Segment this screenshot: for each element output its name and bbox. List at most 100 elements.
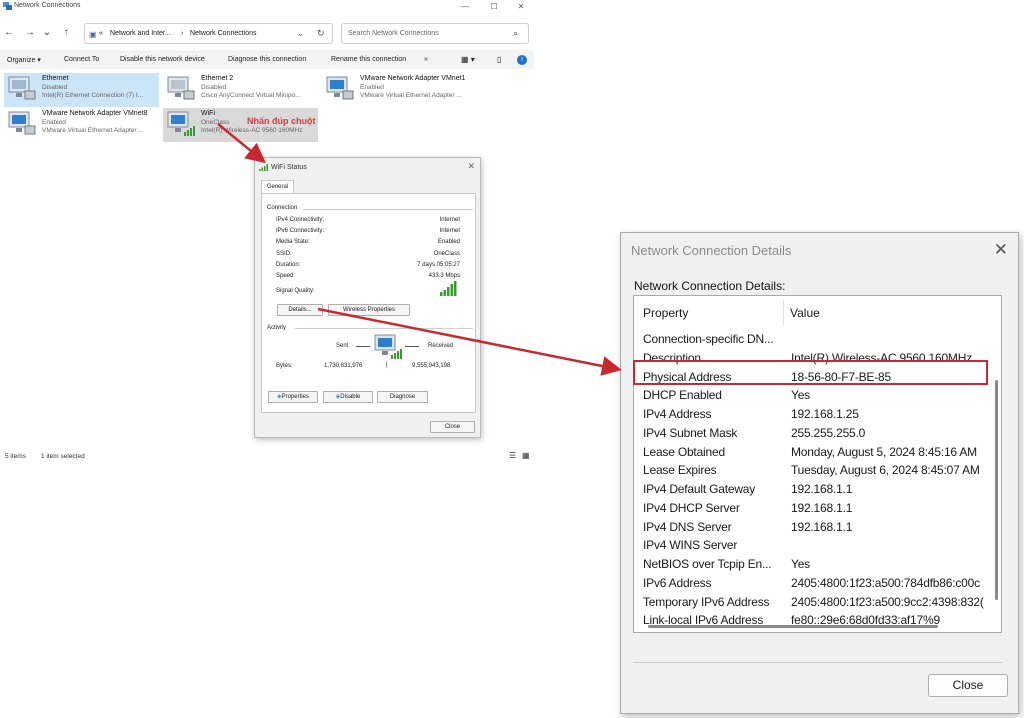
close-button[interactable]: Close: [928, 674, 1008, 697]
details-row[interactable]: Connection-specific DN...: [634, 330, 994, 349]
wifi-status-dialog: WiFi Status ✕ General Connection IPv4 Co…: [254, 157, 481, 438]
ipv4-connectivity-value: Internet: [439, 217, 460, 223]
status-bar: 5 items 1 item selected ☰ ▦: [0, 450, 534, 462]
details-button[interactable]: Details...: [277, 304, 323, 316]
row-value: 2405:4800:1f23:a500:784dfb86:c00c: [791, 575, 980, 590]
adapter-name: VMware Network Adapter VMnet8: [42, 110, 148, 117]
organize-button[interactable]: Organize ▾: [7, 56, 41, 64]
adapter-ethernet[interactable]: Ethernet Disabled Intel(R) Ethernet Conn…: [4, 73, 159, 107]
diagnose-button[interactable]: Diagnose this connection: [228, 56, 306, 63]
maximize-button[interactable]: ☐: [484, 0, 504, 13]
vertical-scrollbar[interactable]: [995, 380, 998, 600]
column-value[interactable]: Value: [790, 306, 820, 320]
details-row[interactable]: IPv4 DNS Server 192.168.1.1: [634, 518, 994, 537]
connect-to-button[interactable]: Connect To: [64, 56, 99, 63]
close-button[interactable]: Close: [430, 421, 475, 433]
adapter-description: Intel(R) Wireless-AC 9560 160MHz: [201, 127, 303, 134]
ipv6-connectivity-value: Internet: [439, 228, 460, 234]
row-property: Temporary IPv6 Address: [643, 594, 770, 609]
details-row[interactable]: IPv4 WINS Server: [634, 536, 994, 555]
row-value: 255.255.255.0: [791, 425, 866, 440]
signal-quality-icon: [440, 281, 457, 296]
bytes-received-value: 9,555,943,198: [412, 363, 451, 369]
address-bar[interactable]: ▣ « Network and Inter... › Network Conne…: [84, 23, 333, 44]
details-view-icon[interactable]: ☰: [509, 451, 516, 460]
ssid-label: SSID:: [276, 251, 292, 257]
details-row[interactable]: IPv4 Subnet Mask 255.255.255.0: [634, 424, 994, 443]
row-property: Connection-specific DN...: [643, 332, 774, 346]
rename-button[interactable]: Rename this connection: [331, 56, 406, 63]
activity-group-label: Activity: [267, 325, 287, 331]
disable-device-button[interactable]: Disable this network device: [120, 56, 205, 63]
network-adapter-icon: [326, 76, 354, 100]
duration-value: 7 days 05:05:27: [417, 262, 460, 268]
details-list[interactable]: Property Value Connection-specific DN...…: [633, 295, 1002, 633]
details-row[interactable]: Lease Expires Tuesday, August 6, 2024 8:4…: [634, 461, 994, 480]
close-icon[interactable]: ✕: [994, 240, 1008, 260]
row-value: Yes: [791, 388, 810, 403]
details-row[interactable]: DHCP Enabled Yes: [634, 386, 994, 405]
breadcrumb-overflow[interactable]: «: [99, 30, 103, 37]
details-row[interactable]: IPv6 Address 2405:4800:1f23:a500:784dfb86…: [634, 574, 994, 593]
bytes-divider: |: [386, 362, 388, 368]
horizontal-scrollbar[interactable]: [648, 625, 938, 628]
row-property: IPv4 DHCP Server: [643, 500, 740, 515]
properties-label: Properties: [281, 394, 309, 400]
details-row[interactable]: NetBIOS over Tcpip En... Yes: [634, 555, 994, 574]
properties-button[interactable]: ◈Properties: [268, 391, 318, 403]
search-input[interactable]: Search Network Connections ⌕: [341, 23, 529, 44]
address-dropdown-icon[interactable]: ⌄: [297, 29, 304, 38]
details-row[interactable]: IPv4 Default Gateway 192.168.1.1: [634, 480, 994, 499]
large-icons-view-icon[interactable]: ▦: [522, 451, 530, 460]
adapter-vmnet1[interactable]: VMware Network Adapter VMnet1 Enabled VM…: [322, 73, 477, 107]
command-bar: Organize ▾ Connect To Disable this netwo…: [0, 50, 534, 69]
close-icon[interactable]: ✕: [467, 161, 475, 172]
speed-value: 433.3 Mbps: [428, 273, 460, 279]
row-value: Tuesday, August 6, 2024 8:45:07 AM: [791, 463, 980, 478]
minimize-button[interactable]: —: [455, 0, 475, 13]
preview-pane-icon[interactable]: ▯: [497, 55, 501, 64]
tab-general[interactable]: General: [261, 180, 294, 194]
chevron-down-icon[interactable]: ⌄: [40, 27, 54, 38]
adapter-name: Ethernet: [42, 75, 69, 82]
details-row[interactable]: IPv4 Address 192.168.1.25: [634, 405, 994, 424]
breadcrumb-network-internet[interactable]: Network and Inter...: [110, 30, 171, 37]
up-arrow-icon[interactable]: ↑: [59, 27, 73, 38]
adapter-status: Disabled: [42, 84, 68, 91]
item-count: 5 items: [5, 453, 26, 460]
forward-arrow-icon[interactable]: →: [23, 27, 37, 38]
more-commands-button[interactable]: »: [424, 56, 428, 63]
close-window-button[interactable]: ✕: [511, 0, 531, 13]
row-property: IPv4 Address: [643, 407, 712, 421]
duration-label: Duration:: [276, 262, 301, 268]
adapter-name: VMware Network Adapter VMnet1: [360, 75, 466, 82]
row-property: IPv4 WINS Server: [643, 538, 738, 553]
row-value: 192.168.1.25: [791, 407, 859, 421]
details-row[interactable]: Lease Obtained Monday, August 5, 2024 8:4…: [634, 443, 994, 462]
row-property: DHCP Enabled: [643, 388, 722, 403]
diagnose-button[interactable]: Diagnose: [377, 391, 428, 403]
breadcrumb-separator: ›: [181, 30, 184, 37]
row-property: IPv6 Address: [643, 575, 712, 590]
view-options-icon[interactable]: ▦ ▾: [461, 55, 475, 64]
details-row[interactable]: IPv4 DHCP Server 192.168.1.1: [634, 499, 994, 518]
search-icon[interactable]: ⌕: [513, 28, 518, 39]
help-icon[interactable]: i: [517, 55, 527, 65]
back-arrow-icon[interactable]: ←: [2, 27, 16, 38]
adapter-description: VMware Virtual Ethernet Adapter ...: [42, 127, 144, 134]
wireless-properties-button[interactable]: Wireless Properties: [328, 304, 410, 316]
adapter-vmnet8[interactable]: VMware Network Adapter VMnet8 Enabled VM…: [4, 108, 159, 142]
adapter-ethernet-2[interactable]: Ethernet 2 Disabled Cisco AnyConnect Vir…: [163, 73, 318, 107]
column-property[interactable]: Property: [643, 306, 688, 320]
refresh-icon[interactable]: ↻: [317, 28, 325, 39]
breadcrumb-network-connections[interactable]: Network Connections: [190, 30, 257, 37]
dialog-title: Network Connection Details: [631, 243, 792, 258]
speed-label: Speed:: [276, 273, 296, 279]
details-row[interactable]: Temporary IPv6 Address 2405:4800:1f23:a50…: [634, 593, 994, 612]
row-property: IPv4 Subnet Mask: [643, 425, 738, 440]
adapter-description: Intel(R) Ethernet Connection (7) I...: [42, 92, 144, 99]
group-divider: [295, 328, 473, 329]
double-click-annotation: Nhấn đúp chuột: [247, 116, 316, 126]
adapter-name: WiFi: [201, 110, 215, 117]
disable-button[interactable]: ◈Disable: [323, 391, 373, 403]
